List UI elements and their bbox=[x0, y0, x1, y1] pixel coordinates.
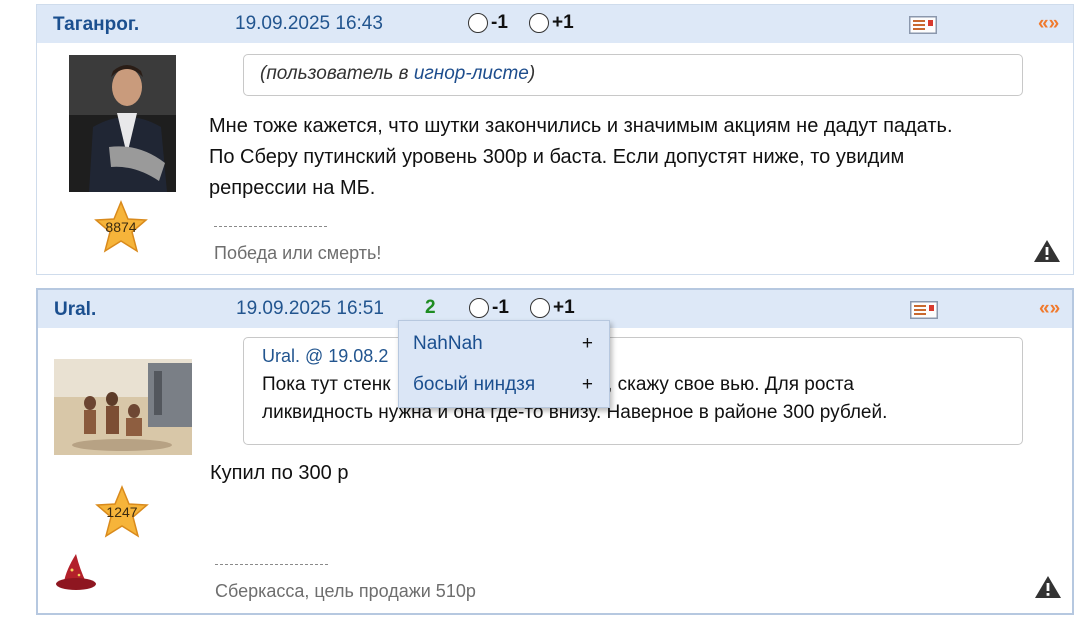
radio-circle-icon bbox=[468, 13, 488, 33]
post-signature: Сберкасса, цель продажи 510р bbox=[215, 581, 476, 601]
radio-circle-icon bbox=[530, 298, 550, 318]
private-message-icon[interactable] bbox=[909, 16, 937, 34]
vote-plus-radio[interactable]: +1 bbox=[530, 297, 575, 319]
post-message: Мне тоже кажется, что шутки закончились … bbox=[209, 115, 953, 199]
rating-value: 1247 bbox=[106, 504, 138, 520]
post-author-link[interactable]: Таганрог. bbox=[53, 14, 139, 36]
rating-star-badge: 8874 bbox=[93, 200, 149, 254]
vote-minus-radio[interactable]: -1 bbox=[469, 297, 509, 319]
vote-sign: + bbox=[581, 333, 593, 354]
wizard-hat-icon bbox=[56, 554, 96, 590]
ignore-list-link[interactable]: игнор-листе bbox=[414, 63, 529, 84]
post-header: Таганрог. 19.09.2025 16:43 -1 +1 «» bbox=[37, 5, 1073, 43]
post-signature: Победа или смерть! bbox=[214, 243, 382, 263]
rating-star-badge: 1247 bbox=[94, 485, 150, 539]
signature-divider bbox=[215, 564, 328, 565]
post-message: Купил по 300 р bbox=[210, 462, 349, 484]
ignored-user-notice: (пользователь в игнор-листе) bbox=[243, 54, 1023, 96]
radio-circle-icon bbox=[469, 298, 489, 318]
vote-sign: + bbox=[581, 374, 593, 395]
voters-popup: NahNah + босый ниндзя + bbox=[398, 320, 610, 408]
voter-name[interactable]: босый ниндзя bbox=[413, 374, 535, 396]
voter-item[interactable]: NahNah + bbox=[413, 330, 593, 358]
voter-item[interactable]: босый ниндзя + bbox=[413, 371, 593, 399]
post-author-link[interactable]: Ural. bbox=[54, 299, 96, 321]
voter-name[interactable]: NahNah bbox=[413, 333, 483, 355]
vote-plus-label: +1 bbox=[553, 297, 575, 318]
quoted-message: Ural. @ 19.08.2 Пока тут стенк ятся, скаж… bbox=[243, 337, 1023, 445]
quote-reply-link[interactable]: «» bbox=[1039, 298, 1060, 320]
private-message-icon[interactable] bbox=[910, 301, 938, 319]
avatar[interactable] bbox=[69, 55, 176, 192]
radio-circle-icon bbox=[529, 13, 549, 33]
avatar[interactable] bbox=[54, 359, 192, 455]
vote-plus-label: +1 bbox=[552, 12, 574, 33]
post-score[interactable]: 2 bbox=[425, 297, 436, 319]
post-datetime-link[interactable]: 19.09.2025 16:43 bbox=[235, 13, 383, 35]
vote-minus-radio[interactable]: -1 bbox=[468, 12, 508, 34]
forum-post: Таганрог. 19.09.2025 16:43 -1 +1 «» 8874 bbox=[36, 4, 1074, 275]
vote-minus-label: -1 bbox=[492, 297, 509, 318]
report-warning-icon[interactable] bbox=[1033, 239, 1061, 263]
rating-value: 8874 bbox=[105, 219, 137, 235]
quote-author-link[interactable]: Ural. @ 19.08.2 bbox=[262, 346, 1004, 367]
vote-plus-radio[interactable]: +1 bbox=[529, 12, 574, 34]
post-datetime-link[interactable]: 19.09.2025 16:51 bbox=[236, 298, 384, 320]
quote-reply-link[interactable]: «» bbox=[1038, 13, 1059, 35]
avatar-photo bbox=[69, 55, 176, 192]
avatar-photo bbox=[54, 359, 192, 455]
vote-minus-label: -1 bbox=[491, 12, 508, 33]
report-warning-icon[interactable] bbox=[1034, 575, 1062, 599]
signature-divider bbox=[214, 226, 327, 227]
